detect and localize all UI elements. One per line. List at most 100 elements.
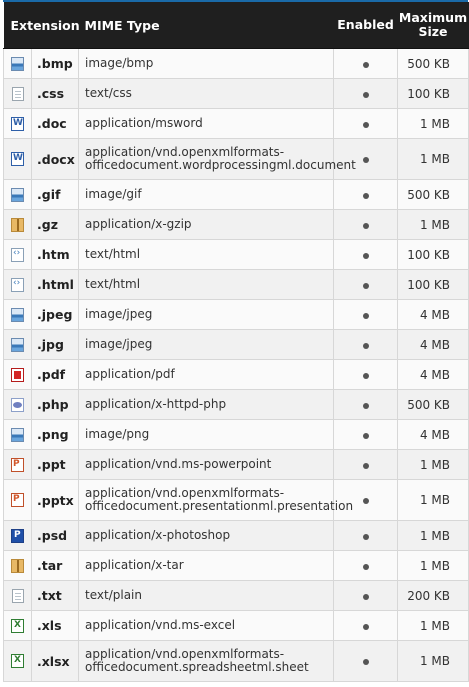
mime-type-line1: application/msword	[85, 116, 203, 130]
mime-type-cell: application/pdf	[78, 359, 335, 390]
file-icon-cell	[3, 359, 32, 390]
enabled-dot-icon	[362, 623, 369, 630]
enabled-cell[interactable]	[333, 108, 399, 139]
enabled-cell[interactable]	[333, 269, 399, 300]
table-body: .bmpimage/bmp500 KB.csstext/css100 KB.do…	[3, 48, 469, 682]
enabled-dot-icon	[362, 252, 369, 259]
enabled-dot-icon	[362, 157, 369, 163]
mime-type-line1: application/x-photoshop	[85, 528, 231, 542]
enabled-dot-icon	[362, 61, 369, 68]
extension-cell: .jpg	[30, 329, 80, 360]
mime-type-cell: text/plain	[78, 580, 335, 611]
enabled-cell[interactable]	[333, 419, 399, 450]
enabled-cell[interactable]	[333, 239, 399, 270]
extension-cell: .png	[30, 419, 80, 450]
max-size-cell: 4 MB	[397, 359, 469, 390]
image-file-icon	[11, 307, 24, 322]
mime-type-cell: application/x-httpd-php	[78, 389, 335, 420]
file-icon-cell	[3, 78, 32, 109]
enabled-cell[interactable]	[333, 610, 399, 641]
enabled-dot-icon	[362, 372, 369, 379]
enabled-dot-icon	[362, 402, 369, 409]
enabled-cell[interactable]	[333, 299, 399, 330]
table-row: .gz application/x-gzip 1 MB	[3, 209, 469, 240]
enabled-cell[interactable]	[333, 78, 399, 109]
extension-cell: .jpeg	[30, 299, 80, 330]
text-file-icon	[11, 86, 24, 101]
mime-type-cell: application/x-gzip	[78, 209, 335, 240]
image-file-icon	[11, 337, 24, 352]
mime-type-line1: application/x-gzip	[85, 217, 192, 231]
max-size-cell: 500 KB	[397, 48, 469, 79]
mime-type-cell: application/vnd.openxmlformats-officedoc…	[78, 138, 356, 180]
table-row: .jpg image/jpeg 4 MB	[3, 329, 469, 360]
table-row: .gif image/gif 500 KB	[3, 179, 469, 210]
enabled-cell[interactable]	[333, 640, 399, 682]
php-file-icon	[11, 397, 24, 412]
mime-type-cell: application/x-photoshop	[78, 520, 335, 551]
enabled-cell[interactable]	[333, 389, 399, 420]
enabled-cell[interactable]	[333, 329, 399, 360]
mime-type-line1: application/vnd.ms-excel	[85, 618, 236, 632]
file-icon-cell	[3, 329, 32, 360]
ppt-file-icon	[11, 493, 24, 508]
max-size-cell: 1 MB	[397, 108, 469, 139]
extension-cell: .bmp	[30, 48, 80, 79]
enabled-cell[interactable]	[333, 48, 399, 79]
table-row: .html text/html 100 KB	[3, 269, 469, 300]
column-header-mime-type[interactable]: MIME Type	[78, 2, 334, 49]
max-size-cell: 1 MB	[397, 449, 469, 480]
mime-type-cell: application/vnd.openxmlformats-officedoc…	[78, 479, 353, 521]
enabled-cell[interactable]	[333, 550, 399, 581]
enabled-cell[interactable]	[333, 179, 399, 210]
max-size-cell: 1 MB	[397, 479, 469, 521]
mime-type-line1: image/jpeg	[85, 337, 153, 351]
extension-cell: .css	[30, 78, 80, 109]
image-file-icon	[11, 427, 24, 442]
enabled-dot-icon	[362, 91, 369, 98]
max-size-cell: 1 MB	[397, 550, 469, 581]
column-header-maximum-size[interactable]: Maximum Size	[397, 2, 469, 49]
file-icon-cell	[3, 48, 32, 79]
mime-type-line1: image/bmp	[85, 56, 154, 70]
enabled-dot-icon	[362, 498, 369, 504]
max-size-cell: 1 MB	[397, 610, 469, 641]
image-file-icon	[11, 56, 24, 71]
excel-file-icon	[11, 654, 24, 669]
mime-type-cell: text/html	[78, 239, 335, 270]
mime-type-line1: text/plain	[85, 588, 142, 602]
enabled-dot-icon	[362, 533, 369, 540]
enabled-dot-icon	[362, 342, 369, 349]
mime-type-cell: image/bmp	[78, 48, 335, 79]
file-icon-cell	[3, 449, 32, 480]
enabled-dot-icon	[362, 432, 369, 439]
column-header-enabled[interactable]: Enabled	[333, 2, 398, 49]
table-row: .bmp image/bmp 500 KB	[3, 48, 469, 79]
table-row: .xlsxapplication/vnd.openxmlformats-offi…	[3, 640, 469, 682]
max-size-cell: 100 KB	[397, 78, 469, 109]
file-icon-cell	[3, 550, 32, 581]
extension-cell: .gz	[30, 209, 80, 240]
word-file-icon	[11, 116, 24, 131]
table-row: .jpeg image/jpeg 4 MB	[3, 299, 469, 330]
extension-cell: .psd	[30, 520, 80, 551]
enabled-cell[interactable]	[333, 580, 399, 611]
file-icon-cell	[3, 239, 32, 270]
image-file-icon	[11, 187, 24, 202]
mime-type-cell: image/jpeg	[78, 299, 335, 330]
mime-type-cell: application/x-tar	[78, 550, 335, 581]
max-size-cell: 1 MB	[397, 640, 469, 682]
psd-file-icon	[11, 528, 24, 543]
enabled-cell[interactable]	[333, 209, 399, 240]
column-header-extension[interactable]: Extension	[3, 2, 80, 49]
table-row: .txt text/plain 200 KB	[3, 580, 469, 611]
extension-cell: .html	[30, 269, 80, 300]
enabled-cell[interactable]	[333, 520, 399, 551]
enabled-cell[interactable]	[333, 449, 399, 480]
mime-types-table: Extension MIME Type Enabled Maximum Size …	[3, 2, 469, 682]
max-size-cell: 1 MB	[397, 209, 469, 240]
enabled-cell[interactable]	[333, 359, 399, 390]
mime-type-cell: image/png	[78, 419, 335, 450]
mime-type-line1: application/x-tar	[85, 558, 184, 572]
html-file-icon	[11, 247, 24, 262]
